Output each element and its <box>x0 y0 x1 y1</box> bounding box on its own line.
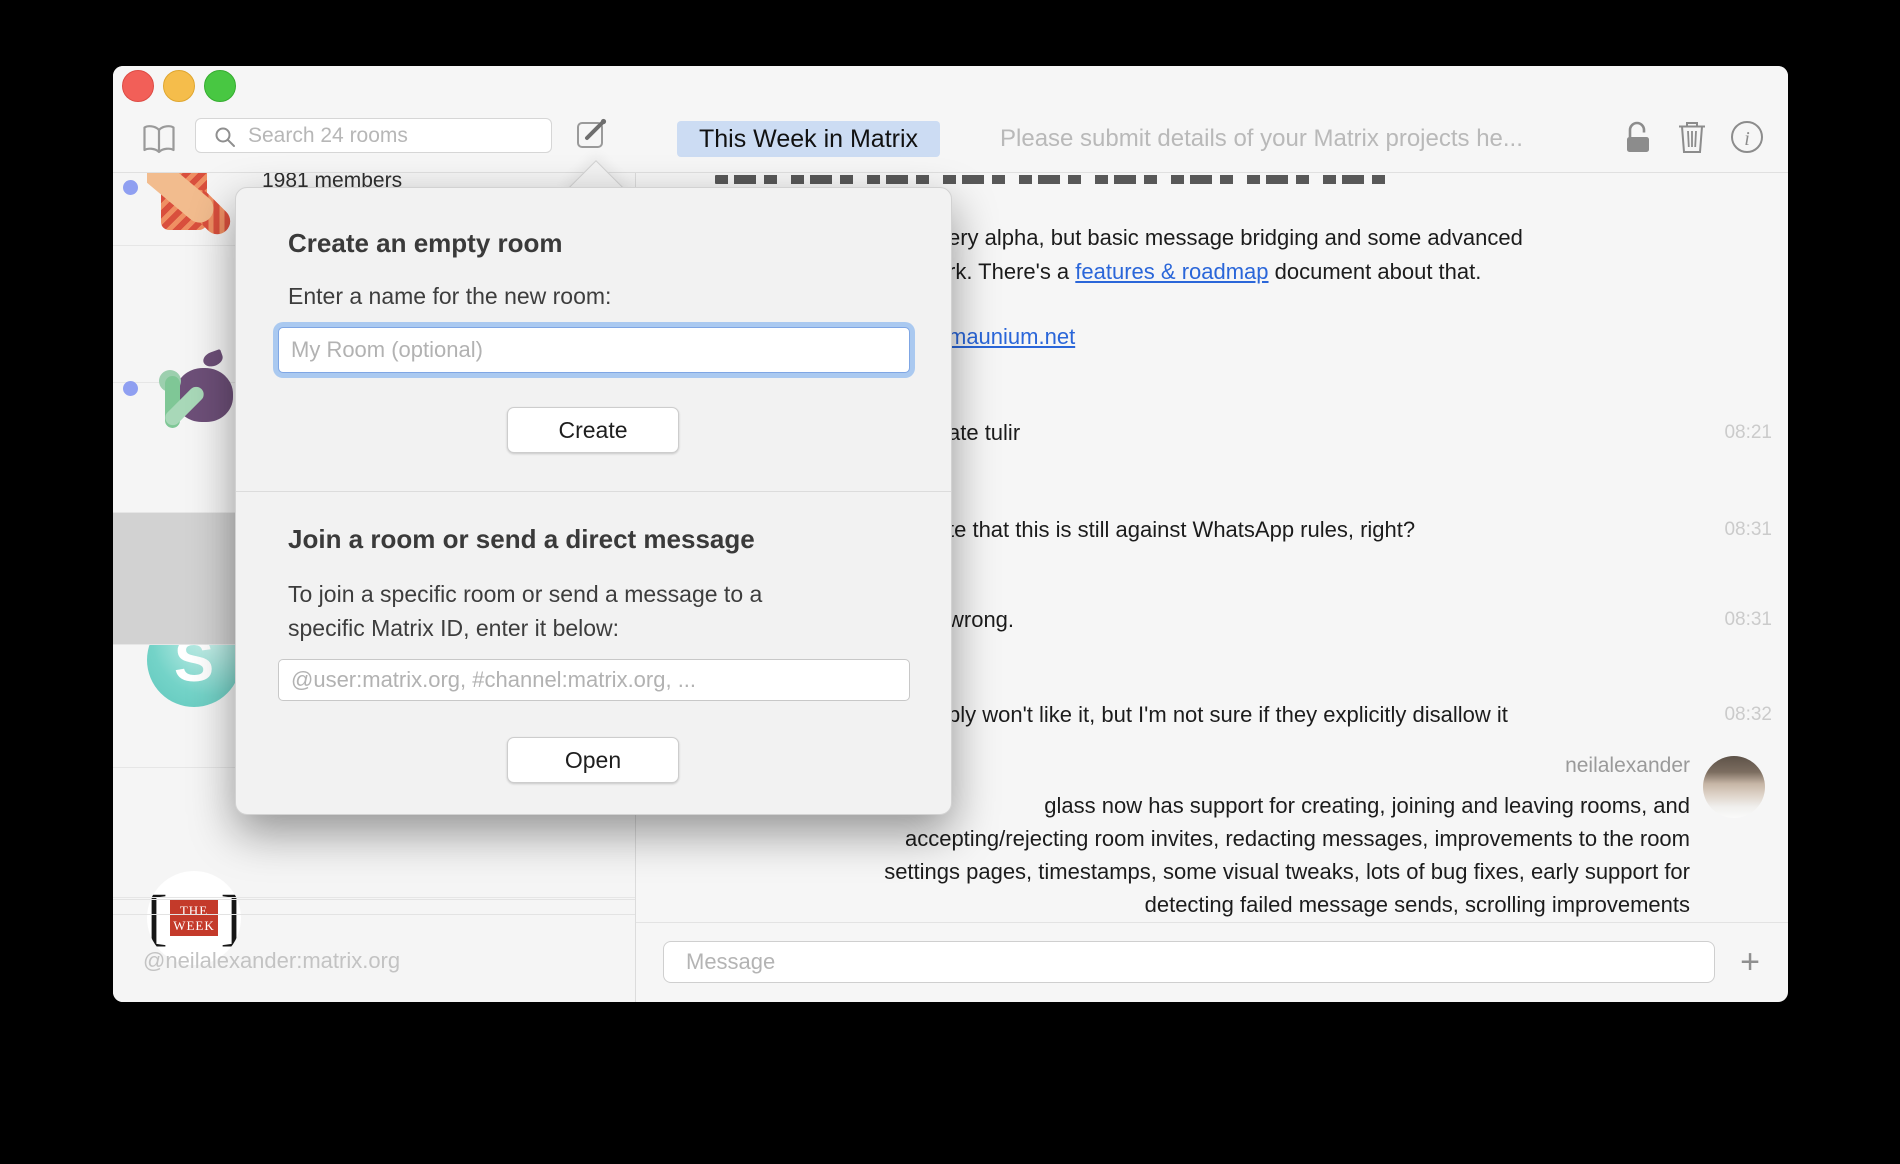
info-icon[interactable]: i <box>1730 120 1764 154</box>
room-name-input[interactable] <box>278 327 910 373</box>
close-button[interactable] <box>122 70 154 102</box>
attach-plus-button[interactable]: + <box>1727 940 1773 984</box>
message-line: wrong. <box>948 605 1014 635</box>
search-icon <box>214 126 236 148</box>
create-room-title: Create an empty room <box>288 228 563 259</box>
logged-in-user-id: @neilalexander:matrix.org <box>143 948 400 974</box>
titlebar: This Week in Matrix Please submit detail… <box>113 66 1788 173</box>
timestamp: 08:31 <box>1724 518 1772 542</box>
own-message-line: detecting failed message sends, scrollin… <box>1145 890 1690 920</box>
timestamp: 08:31 <box>1724 608 1772 632</box>
message-input[interactable] <box>684 948 1638 976</box>
own-message-line: settings pages, timestamps, some visual … <box>884 857 1690 887</box>
bookmarks-icon[interactable] <box>141 124 177 154</box>
message-line: te that this is still against WhatsApp r… <box>948 515 1415 545</box>
the-week-logo: THE WEEK <box>170 900 219 936</box>
room-topic: Please submit details of your Matrix pro… <box>1000 121 1523 157</box>
user-avatar <box>1703 756 1765 818</box>
divider <box>113 899 635 900</box>
open-button[interactable]: Open <box>507 737 679 783</box>
message-composer[interactable] <box>663 941 1715 983</box>
create-button[interactable]: Create <box>507 407 679 453</box>
room-title: This Week in Matrix <box>677 121 940 157</box>
message-line: bly won't like it, but I'm not sure if t… <box>948 700 1508 730</box>
unread-dot <box>123 180 138 195</box>
svg-text:i: i <box>1744 128 1750 150</box>
divider <box>636 922 1788 923</box>
timestamp: 08:32 <box>1724 703 1772 727</box>
zoom-button[interactable] <box>204 70 236 102</box>
clipped-message-line <box>715 175 1395 184</box>
create-join-popover: Create an empty room Enter a name for th… <box>235 187 952 815</box>
popover-divider <box>236 491 951 492</box>
minimize-button[interactable] <box>163 70 195 102</box>
message-line: maunium.net <box>948 322 1075 352</box>
search-input[interactable] <box>246 123 500 149</box>
join-room-title: Join a room or send a direct message <box>288 524 755 555</box>
features-roadmap-link[interactable]: features & roadmap <box>1075 259 1268 284</box>
maunium-link[interactable]: maunium.net <box>948 324 1075 349</box>
create-room-label: Enter a name for the new room: <box>288 280 611 312</box>
message-line: rk. There's a features & roadmap documen… <box>948 257 1481 287</box>
trash-icon[interactable] <box>1676 120 1708 154</box>
unlock-icon[interactable] <box>1623 120 1653 154</box>
join-room-label-line2: specific Matrix ID, enter it below: <box>288 612 619 644</box>
own-message-line: glass now has support for creating, join… <box>1044 791 1690 821</box>
room-search[interactable] <box>195 118 552 153</box>
sender-name: neilalexander <box>1565 753 1690 779</box>
compose-new-room-icon[interactable] <box>575 116 609 150</box>
message-line: ery alpha, but basic message bridging an… <box>948 223 1523 253</box>
timestamp: 08:21 <box>1724 421 1772 445</box>
divider <box>113 914 635 915</box>
app-window: 1981 members S [ THE WEEK ] <box>113 66 1788 1002</box>
message-line: ate tulir <box>948 418 1020 448</box>
own-message-line: accepting/rejecting room invites, redact… <box>905 824 1690 854</box>
matrix-id-input[interactable] <box>278 659 910 701</box>
join-room-label-line1: To join a specific room or send a messag… <box>288 578 762 610</box>
popover-arrow-cover <box>553 197 643 227</box>
